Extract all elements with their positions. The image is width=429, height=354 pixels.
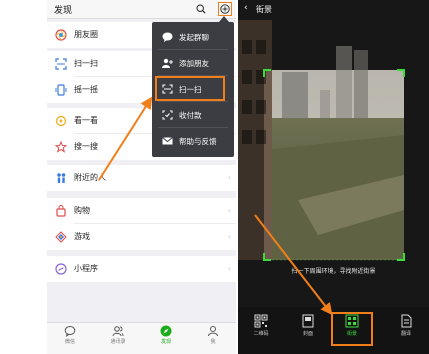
people-nearby-icon	[57, 173, 66, 183]
scan-hint-text: 扫一下周围环境，寻找附近街景	[291, 268, 376, 275]
menu-item-label: 收付款	[179, 111, 202, 120]
menu-item-help[interactable]: 帮助与反馈	[152, 128, 234, 154]
tab-discover[interactable]: 发现	[151, 325, 181, 345]
row-label: 摇一摇	[74, 85, 98, 94]
discover-icon	[160, 325, 172, 337]
scan-highlight-box	[155, 76, 225, 101]
menu-item-label: 添加朋友	[179, 59, 209, 68]
chevron-right-icon: ›	[227, 232, 231, 241]
top-stories-icon	[55, 115, 67, 127]
row-label: 游戏	[74, 232, 90, 241]
chevron-right-icon: ›	[227, 264, 231, 273]
scanner-header: ‹ 街景	[238, 0, 429, 18]
page-title: 发现	[54, 6, 73, 16]
book-cover-icon	[302, 314, 314, 328]
menu-item-label: 帮助与反馈	[179, 137, 217, 146]
scan-frame-corner	[263, 69, 271, 77]
shake-icon	[55, 84, 67, 96]
tab-label: 封面	[302, 331, 313, 337]
tab-chats[interactable]: 微信	[55, 325, 85, 345]
tab-cover[interactable]: 封面	[293, 314, 323, 337]
tab-label: 发现	[160, 339, 171, 345]
games-icon	[55, 231, 67, 243]
plus-menu-button[interactable]	[218, 2, 232, 16]
chevron-right-icon: ›	[227, 173, 231, 182]
group-nearby: 附近的人 ›	[47, 165, 236, 191]
tab-label: 我	[210, 339, 216, 345]
row-people-nearby[interactable]: 附近的人 ›	[47, 165, 236, 191]
bottom-tab-bar: 微信 通讯录 发现 我	[47, 322, 236, 354]
chats-icon	[64, 326, 76, 337]
money-icon	[162, 110, 173, 120]
menu-item-label: 发起群聊	[179, 33, 209, 42]
mail-icon	[162, 137, 173, 145]
tab-me[interactable]: 我	[198, 325, 228, 345]
search-feature-icon	[55, 141, 67, 153]
chat-bubble-icon	[162, 32, 173, 42]
row-label: 搜一搜	[74, 142, 98, 151]
row-label: 看一看	[74, 116, 98, 125]
search-icon[interactable]	[196, 4, 206, 14]
tab-label: 二维码	[253, 331, 269, 337]
row-mini-programs[interactable]: 小程序 ›	[47, 256, 236, 282]
menu-item-add-friend[interactable]: 添加朋友	[152, 50, 234, 76]
me-icon	[208, 326, 218, 337]
moments-icon	[55, 29, 67, 41]
plus-circle-icon	[220, 4, 230, 14]
menu-item-money[interactable]: 收付款	[152, 102, 234, 128]
row-shopping[interactable]: 购物 ›	[47, 198, 236, 224]
tab-label: 微信	[64, 339, 75, 345]
street-view-highlight-box	[331, 312, 373, 346]
contacts-icon	[112, 326, 124, 337]
row-games[interactable]: 游戏 ›	[47, 224, 236, 250]
add-friend-icon	[162, 58, 173, 68]
scan-frame-corner	[263, 253, 271, 261]
tab-qr-code[interactable]: 二维码	[246, 314, 276, 337]
street-view-scanner-screen: ‹ 街景 扫一下周围环境，寻找附近街景 二维码 封面 街景 翻译	[238, 0, 429, 354]
scan-frame-corner	[397, 69, 405, 77]
row-label: 小程序	[74, 264, 98, 273]
row-label: 朋友圈	[74, 30, 98, 39]
tab-translate[interactable]: 翻译	[391, 314, 421, 337]
back-icon[interactable]: ‹	[244, 3, 248, 13]
scan-frame-corner	[397, 253, 405, 261]
qr-code-icon	[254, 314, 268, 328]
chevron-right-icon: ›	[227, 206, 231, 215]
camera-view	[238, 0, 429, 354]
translate-icon	[401, 314, 412, 328]
tab-contacts[interactable]: 通讯录	[103, 325, 133, 345]
row-label: 购物	[74, 206, 90, 215]
row-label: 扫一扫	[74, 59, 98, 68]
group-shop-games: 购物 › 游戏 ›	[47, 198, 236, 250]
discover-header: 发现	[47, 0, 236, 19]
group-mini: 小程序 ›	[47, 256, 236, 282]
mini-programs-icon	[55, 263, 67, 275]
shopping-icon	[56, 205, 66, 217]
tab-label: 通讯录	[110, 339, 126, 345]
row-label: 附近的人	[74, 173, 106, 182]
menu-item-group-chat[interactable]: 发起群聊	[152, 24, 234, 50]
scan-icon	[55, 58, 67, 70]
page-title: 街景	[256, 5, 272, 14]
tab-label: 翻译	[400, 331, 411, 337]
